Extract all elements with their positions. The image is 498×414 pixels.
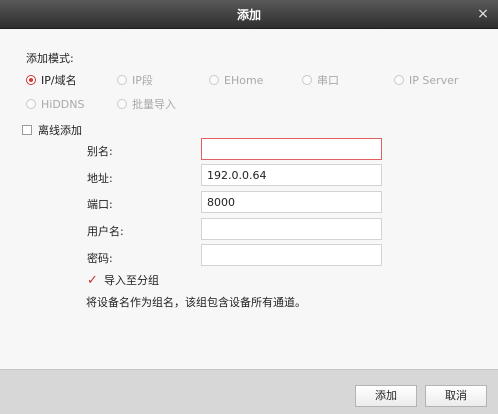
radio-ip-segment[interactable]: IP段 [117, 73, 153, 87]
radio-label: EHome [224, 73, 264, 87]
username-field[interactable] [201, 218, 382, 240]
address-field[interactable] [201, 164, 382, 186]
radio-ehome[interactable]: EHome [209, 73, 263, 87]
radio-dot-icon [302, 75, 312, 85]
password-label: 密码: [87, 252, 113, 265]
close-icon[interactable]: × [474, 5, 492, 23]
radio-label: IP Server [409, 73, 459, 87]
port-label: 端口: [87, 198, 113, 211]
checkbox-box-icon [22, 125, 32, 135]
address-label: 地址: [87, 172, 113, 185]
radio-label: IP/域名 [41, 74, 77, 87]
radio-dot-icon [117, 75, 127, 85]
radio-label: IP段 [132, 74, 153, 87]
radio-ip-domain[interactable]: IP/域名 [26, 73, 77, 87]
add-button[interactable]: 添加 [355, 385, 417, 407]
radio-label: HiDDNS [41, 97, 85, 111]
alias-label: 别名: [87, 145, 113, 158]
password-field[interactable] [201, 244, 382, 266]
radio-dot-icon [26, 99, 36, 109]
alias-field[interactable] [201, 138, 382, 160]
radio-dot-icon [117, 99, 127, 109]
radio-dot-icon [394, 75, 404, 85]
radio-ip-server[interactable]: IP Server [394, 73, 458, 87]
title-bar: 添加 × [0, 0, 498, 29]
group-hint-text: 将设备名作为组名，该组包含设备所有通道。 [86, 296, 306, 309]
add-mode-label: 添加模式: [26, 52, 74, 65]
window-title: 添加 [236, 8, 261, 22]
radio-label: 串口 [317, 74, 339, 87]
radio-dot-icon [26, 75, 36, 85]
offline-add-label: 离线添加 [38, 124, 82, 137]
port-field[interactable] [201, 191, 382, 213]
checkmark-icon: ✓ [87, 272, 98, 288]
offline-add-checkbox[interactable]: 离线添加 [22, 122, 82, 138]
dialog-footer [0, 369, 498, 414]
cancel-button[interactable]: 取消 [425, 385, 487, 407]
import-to-group-checkbox[interactable]: ✓ 导入至分组 [87, 272, 159, 288]
radio-label: 批量导入 [132, 98, 176, 111]
radio-hiddns[interactable]: HiDDNS [26, 97, 84, 111]
import-to-group-label: 导入至分组 [104, 274, 159, 287]
radio-serial[interactable]: 串口 [302, 73, 339, 87]
radio-batch-import[interactable]: 批量导入 [117, 97, 176, 111]
radio-dot-icon [209, 75, 219, 85]
username-label: 用户名: [87, 225, 124, 238]
